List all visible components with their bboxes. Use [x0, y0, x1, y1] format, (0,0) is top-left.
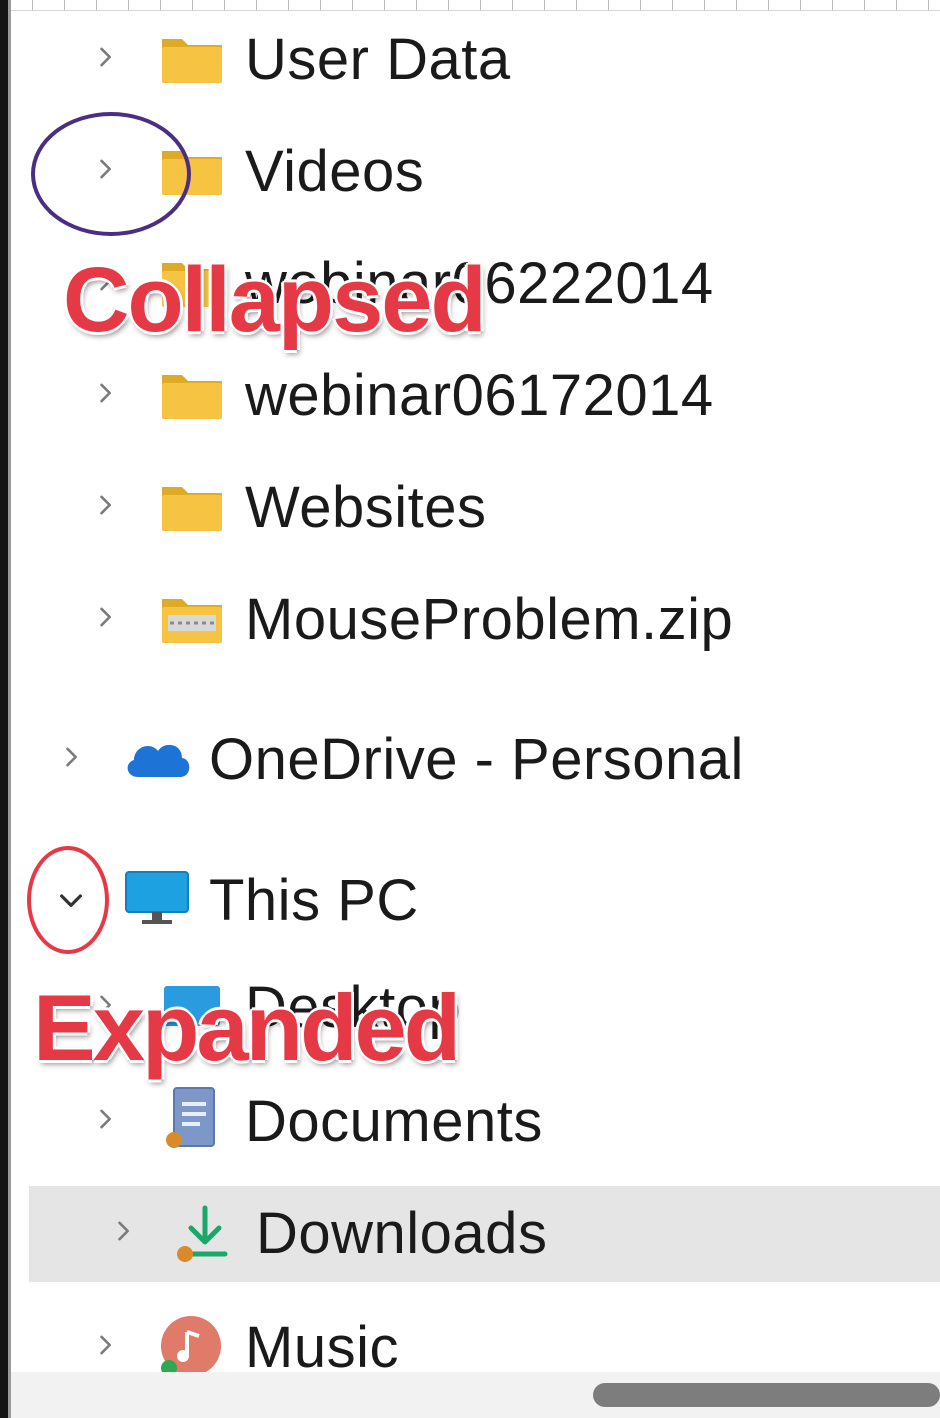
- folder-icon: [160, 477, 224, 533]
- chevron-right-icon[interactable]: [57, 743, 85, 771]
- collapsed-annotation: Collapsed: [62, 249, 489, 352]
- nav-item-label: OneDrive - Personal: [209, 727, 744, 792]
- folder-icon: [160, 29, 224, 85]
- nav-item-label: Music: [245, 1315, 399, 1372]
- nav-item-onedrive-personal[interactable]: OneDrive - Personal: [11, 710, 940, 810]
- expanded-annotation: Expanded: [31, 974, 462, 1081]
- nav-item-label: This PC: [209, 868, 419, 933]
- nav-item-downloads[interactable]: Downloads: [29, 1186, 940, 1282]
- download-arrow-icon: [171, 1202, 231, 1266]
- nav-item-label: MouseProblem.zip: [245, 587, 734, 652]
- music-icon: [157, 1312, 223, 1372]
- chevron-right-icon[interactable]: [91, 43, 119, 71]
- nav-item-label: Documents: [245, 1089, 543, 1154]
- horizontal-scrollbar-thumb[interactable]: [593, 1383, 940, 1407]
- nav-item-label: User Data: [245, 27, 511, 92]
- chevron-right-icon[interactable]: [91, 603, 119, 631]
- collapsed-highlight-circle: [31, 112, 191, 236]
- documents-icon: [160, 1084, 220, 1154]
- chevron-right-icon[interactable]: [91, 1331, 119, 1359]
- navigation-pane[interactable]: User Data Videos webinar06222014 webinar…: [11, 10, 940, 1372]
- chevron-right-icon[interactable]: [91, 1105, 119, 1133]
- nav-item-webinar06172014[interactable]: webinar06172014: [11, 346, 940, 446]
- folder-icon: [160, 365, 224, 421]
- monitor-icon: [122, 868, 192, 928]
- nav-item-label: Downloads: [256, 1201, 548, 1266]
- nav-item-documents[interactable]: Documents: [11, 1072, 940, 1172]
- nav-item-music[interactable]: Music: [11, 1298, 940, 1372]
- nav-item-mouseproblem-zip[interactable]: MouseProblem.zip: [11, 570, 940, 670]
- chevron-right-icon[interactable]: [91, 379, 119, 407]
- onedrive-cloud-icon: [122, 733, 192, 781]
- nav-item-this-pc[interactable]: This PC: [11, 848, 940, 948]
- nav-item-label: Videos: [245, 139, 425, 204]
- nav-item-websites[interactable]: Websites: [11, 458, 940, 558]
- nav-item-label: webinar06172014: [245, 363, 714, 428]
- chevron-right-icon[interactable]: [91, 491, 119, 519]
- nav-item-user-data[interactable]: User Data: [11, 10, 940, 110]
- expanded-highlight-circle: [27, 846, 109, 954]
- window-left-border: [0, 0, 8, 1418]
- chevron-right-icon[interactable]: [109, 1217, 137, 1245]
- horizontal-scrollbar[interactable]: [11, 1372, 940, 1418]
- zip-folder-icon: [160, 589, 224, 645]
- nav-item-label: Websites: [245, 475, 487, 540]
